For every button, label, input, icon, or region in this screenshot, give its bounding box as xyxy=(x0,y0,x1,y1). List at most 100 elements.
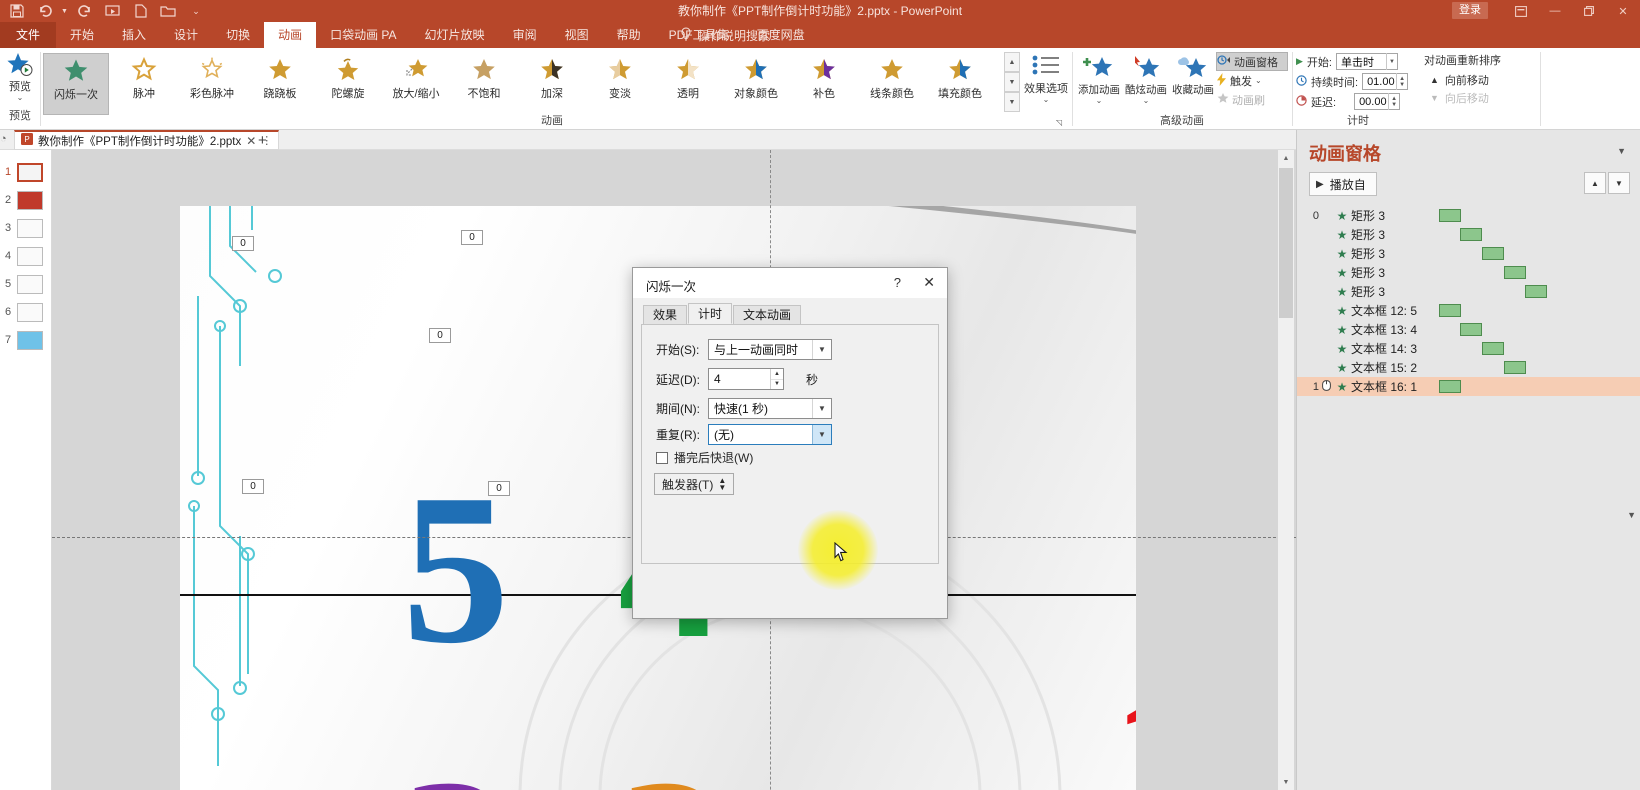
animation-pane-button[interactable]: 动画窗格 xyxy=(1216,52,1288,71)
gallery-item-line-color[interactable]: 线条颜色 xyxy=(859,53,925,115)
scroll-up-icon[interactable]: ▲ xyxy=(1279,150,1293,166)
duration-dropdown-icon[interactable]: ▼ xyxy=(812,399,831,418)
tab-slideshow[interactable]: 幻灯片放映 xyxy=(411,22,499,48)
gallery-scrollbar[interactable]: ▲ ▼ ▼ xyxy=(1004,52,1020,114)
countdown-number-3[interactable]: 3 xyxy=(402,746,510,790)
gallery-item-fill-color[interactable]: 填充颜色 xyxy=(927,53,993,115)
tab-design[interactable]: 设计 xyxy=(160,22,212,48)
tell-me-box[interactable]: 操作说明搜索 xyxy=(680,22,770,48)
document-tab[interactable]: P 教你制作《PPT制作倒计时功能》2.pptx ✕ ⋮ xyxy=(14,130,280,150)
gallery-item-blink[interactable]: 闪烁一次 xyxy=(43,53,109,115)
effect-options-dialog[interactable]: 闪烁一次 ? ✕ 效果 计时 文本动画 开始(S): 与上一动画同时 ▼ 延迟(… xyxy=(632,267,948,619)
slide-thumbnail-3[interactable]: 3 xyxy=(0,216,52,244)
slide-thumbnail-4[interactable]: 4 xyxy=(0,244,52,272)
gallery-item-lighten[interactable]: 变淡 xyxy=(587,53,653,115)
repeat-dropdown-icon[interactable]: ▼ xyxy=(812,425,831,444)
dialog-repeat-select[interactable]: (无) ▼ xyxy=(708,424,832,445)
rewind-checkbox[interactable] xyxy=(656,451,668,464)
ribbon-display-options-icon[interactable] xyxy=(1504,0,1538,22)
gallery-item-teeter[interactable]: 跷跷板 xyxy=(247,53,313,115)
timeline-bar[interactable] xyxy=(1504,361,1526,374)
slide-thumbnail-5[interactable]: 5 xyxy=(0,272,52,300)
pane-move-up-icon[interactable]: ▲ xyxy=(1584,172,1606,194)
gallery-item-spin[interactable]: 陀螺旋 xyxy=(315,53,381,115)
tab-insert[interactable]: 插入 xyxy=(108,22,160,48)
restore-icon[interactable] xyxy=(1572,0,1606,22)
login-button[interactable]: 登录 xyxy=(1452,2,1488,19)
tab-help[interactable]: 帮助 xyxy=(603,22,655,48)
timeline-bar[interactable] xyxy=(1482,342,1504,355)
slide-thumbnail-6[interactable]: 6 xyxy=(0,300,52,328)
dialog-close-icon[interactable]: ✕ xyxy=(923,274,935,291)
close-icon[interactable]: ✕ xyxy=(1606,0,1640,22)
timing-delay-input[interactable]: 00.00 ▲ ▼ xyxy=(1354,93,1401,110)
tab-strip-menu-icon[interactable]: ◔ xyxy=(0,133,7,145)
animation-list-item[interactable]: ★ 矩形 3 xyxy=(1297,263,1640,282)
timeline-bar[interactable] xyxy=(1439,304,1461,317)
countdown-number-1[interactable]: 1 xyxy=(1110,654,1136,790)
gallery-item-grow-shrink[interactable]: 放大/缩小 xyxy=(383,53,449,115)
tab-file[interactable]: 文件 xyxy=(0,22,57,48)
countdown-number-2[interactable]: 2 xyxy=(618,746,726,790)
tab-animations[interactable]: 动画 xyxy=(264,22,317,48)
timeline-bar[interactable] xyxy=(1504,266,1526,279)
play-from-button[interactable]: ▶ 播放自 xyxy=(1309,172,1377,196)
placeholder-box-3[interactable]: 0 xyxy=(429,328,451,343)
gallery-item-object-color[interactable]: 对象颜色 xyxy=(723,53,789,115)
animation-list-item[interactable]: ★ 矩形 3 xyxy=(1297,244,1640,263)
tab-pocket-animation[interactable]: 口袋动画 PA xyxy=(316,22,410,48)
cool-animation-button[interactable]: 酷炫动画 ⌄ xyxy=(1123,54,1169,105)
dialog-duration-select[interactable]: 快速(1 秒) ▼ xyxy=(708,398,832,419)
timeline-bar[interactable] xyxy=(1525,285,1547,298)
gallery-scroll-up-icon[interactable]: ▲ xyxy=(1004,52,1020,72)
timeline-bar[interactable] xyxy=(1439,380,1461,393)
pane-options-icon[interactable]: ▼ xyxy=(1617,146,1626,156)
minimize-icon[interactable]: — xyxy=(1538,0,1572,22)
cool-animation-dropdown-icon[interactable]: ⌄ xyxy=(1123,96,1169,105)
preview-dropdown-icon[interactable]: ⌄ xyxy=(0,93,40,102)
dialog-delay-input[interactable]: 4 ▲ ▼ xyxy=(708,368,784,390)
timeline-bar[interactable] xyxy=(1439,209,1461,222)
animation-list[interactable]: 0 ★ 矩形 3 ★ 矩形 3 ★ 矩形 3 ★ 矩形 3 ★ 矩形 3 ★ 文… xyxy=(1297,206,1640,646)
dialog-start-select[interactable]: 与上一动画同时 ▼ xyxy=(708,339,832,360)
trigger-dropdown-icon[interactable]: ⌄ xyxy=(1255,76,1262,85)
animation-list-item[interactable]: ★ 矩形 3 xyxy=(1297,282,1640,301)
new-tab-icon[interactable]: + xyxy=(258,132,267,149)
dialog-tab-timing[interactable]: 计时 xyxy=(688,303,733,324)
gallery-item-transparency[interactable]: 透明 xyxy=(655,53,721,115)
dialog-help-icon[interactable]: ? xyxy=(894,275,901,290)
placeholder-box-5[interactable]: 0 xyxy=(488,481,510,496)
animation-list-item[interactable]: ★ 文本框 12: 5 xyxy=(1297,301,1640,320)
preview-button[interactable]: 预览 ⌄ 预览 xyxy=(0,50,40,124)
scrollbar-thumb[interactable] xyxy=(1279,168,1293,318)
tab-view[interactable]: 视图 xyxy=(551,22,603,48)
gallery-more-icon[interactable]: ▼ xyxy=(1004,92,1020,112)
slide-thumbnail-1[interactable]: 1 xyxy=(0,160,52,188)
dialog-tab-text-animation[interactable]: 文本动画 xyxy=(733,305,802,324)
animation-list-item[interactable]: ★ 文本框 15: 2 xyxy=(1297,358,1640,377)
trigger-button[interactable]: 触发 ⌄ xyxy=(1216,71,1288,90)
gallery-item-pulse[interactable]: 脉冲 xyxy=(111,53,177,115)
slide-thumbnail-2[interactable]: 2 xyxy=(0,188,52,216)
animation-list-item[interactable]: ★ 文本框 14: 3 xyxy=(1297,339,1640,358)
timeline-bar[interactable] xyxy=(1460,228,1482,241)
tab-review[interactable]: 审阅 xyxy=(499,22,551,48)
add-animation-dropdown-icon[interactable]: ⌄ xyxy=(1076,96,1122,105)
delay-stepper[interactable]: ▲ ▼ xyxy=(770,369,783,389)
add-animation-button[interactable]: 添加动画 ⌄ xyxy=(1076,54,1122,105)
effect-options-button[interactable]: 效果选项 ⌄ xyxy=(1022,54,1070,104)
close-tab-icon[interactable]: ✕ xyxy=(246,134,256,148)
start-dropdown-icon[interactable]: ▼ xyxy=(812,340,831,359)
gallery-scroll-down-icon[interactable]: ▼ xyxy=(1004,72,1020,92)
pane-list-dropdown-icon[interactable]: ▼ xyxy=(1627,510,1636,520)
gallery-item-desaturate[interactable]: 不饱和 xyxy=(451,53,517,115)
gallery-item-color-pulse[interactable]: 彩色脉冲 xyxy=(179,53,245,115)
gallery-item-complementary-color[interactable]: 补色 xyxy=(791,53,857,115)
tab-home[interactable]: 开始 xyxy=(56,22,108,48)
animation-dialog-launcher-icon[interactable]: ◹ xyxy=(1056,118,1062,127)
animation-list-item[interactable]: ★ 文本框 13: 4 xyxy=(1297,320,1640,339)
timing-duration-input[interactable]: 01.00 ▲ ▼ xyxy=(1362,73,1409,90)
placeholder-box-1[interactable]: 0 xyxy=(232,236,254,251)
gallery-item-darken[interactable]: 加深 xyxy=(519,53,585,115)
dialog-trigger-button[interactable]: 触发器(T) ▲ ▼ xyxy=(654,473,735,495)
